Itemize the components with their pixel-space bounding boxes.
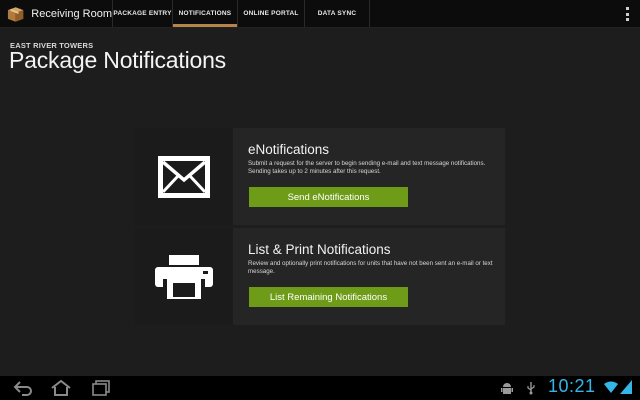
list-print-title: List & Print Notifications <box>248 242 391 257</box>
signal-icon <box>620 380 632 394</box>
app-title: Receiving Room <box>31 7 112 20</box>
tab-online-portal[interactable]: ONLINE PORTAL <box>237 0 304 27</box>
overflow-menu-icon[interactable] <box>626 7 630 21</box>
list-print-card: List & Print Notifications Review and op… <box>135 228 505 325</box>
tab-notifications[interactable]: NOTIFICATIONS <box>172 0 237 27</box>
package-box-icon <box>7 6 24 22</box>
enotifications-card: eNotifications Submit a request for the … <box>135 128 505 225</box>
tab-package-entry[interactable]: PACKAGE ENTRY <box>112 0 172 27</box>
action-bar: Receiving Room PACKAGE ENTRY NOTIFICATIO… <box>0 0 640 28</box>
recent-apps-icon[interactable] <box>90 379 112 397</box>
enotifications-title: eNotifications <box>248 142 330 157</box>
wifi-icon <box>604 381 618 393</box>
back-icon[interactable] <box>12 379 34 397</box>
system-bar: 10:21 <box>0 376 640 400</box>
app-home[interactable]: Receiving Room <box>0 0 112 27</box>
android-debug-icon <box>501 383 513 394</box>
send-enotifications-button[interactable]: Send eNotifications <box>249 187 408 207</box>
enotifications-icon-pane <box>135 128 233 225</box>
home-icon[interactable] <box>50 379 72 397</box>
page-title: Package Notifications <box>9 47 226 73</box>
printer-icon <box>155 254 213 299</box>
enotifications-description: Submit a request for the server to begin… <box>248 160 486 175</box>
list-print-icon-pane <box>135 228 233 325</box>
usb-icon <box>527 382 535 395</box>
clock: 10:21 <box>548 376 596 396</box>
tab-data-sync[interactable]: DATA SYNC <box>304 0 370 27</box>
list-print-description: Review and optionally print notification… <box>248 260 493 275</box>
envelope-icon <box>158 155 210 198</box>
list-remaining-notifications-button[interactable]: List Remaining Notifications <box>249 287 408 307</box>
